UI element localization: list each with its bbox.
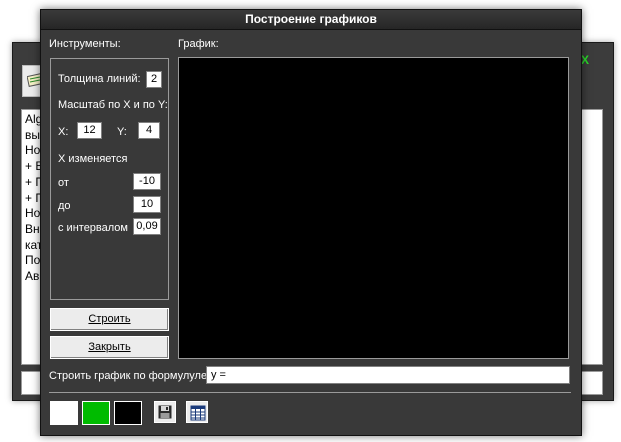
close-button[interactable]: Закрыть: [50, 336, 169, 359]
plot-dialog: Построение графиков Инструменты: График:…: [40, 9, 582, 436]
tools-group: Толщина линий: 2 Масштаб по X и по Y: X:…: [50, 58, 169, 300]
build-button[interactable]: Строить: [50, 308, 169, 331]
x-changes-label: X изменяется: [58, 153, 128, 165]
floppy-disk-icon: [158, 405, 172, 419]
interval-label: с интервалом: [58, 222, 128, 234]
separator: [49, 392, 571, 393]
y-scale-label: Y:: [117, 126, 127, 138]
interval-field[interactable]: 0,09: [133, 218, 161, 235]
tools-label: Инструменты:: [49, 38, 121, 50]
to-field[interactable]: 10: [133, 196, 161, 213]
line-color-swatch[interactable]: [82, 401, 110, 425]
axis-color-swatch[interactable]: [114, 401, 142, 425]
scale-label: Масштаб по X и по Y:: [58, 99, 168, 111]
graph-canvas[interactable]: [178, 57, 569, 359]
table-button[interactable]: [186, 401, 208, 423]
line-width-label: Толщина линий:: [58, 73, 141, 85]
save-button[interactable]: [154, 401, 176, 423]
line-width-field[interactable]: 2: [146, 71, 162, 88]
table-grid-icon: [190, 405, 206, 421]
x-scale-field[interactable]: 12: [77, 122, 102, 139]
dialog-title[interactable]: Построение графиков: [41, 10, 581, 30]
formula-input[interactable]: y =: [206, 366, 570, 384]
from-label: от: [58, 177, 69, 189]
to-label: до: [58, 200, 71, 212]
background-color-swatch[interactable]: [50, 401, 78, 425]
from-field[interactable]: -10: [133, 173, 161, 190]
excel-icon[interactable]: X: [581, 54, 593, 66]
y-scale-field[interactable]: 4: [138, 122, 160, 139]
x-scale-label: X:: [58, 126, 69, 138]
graph-label: График:: [178, 38, 219, 50]
formula-label: Строить график по формулуле:: [49, 370, 211, 382]
